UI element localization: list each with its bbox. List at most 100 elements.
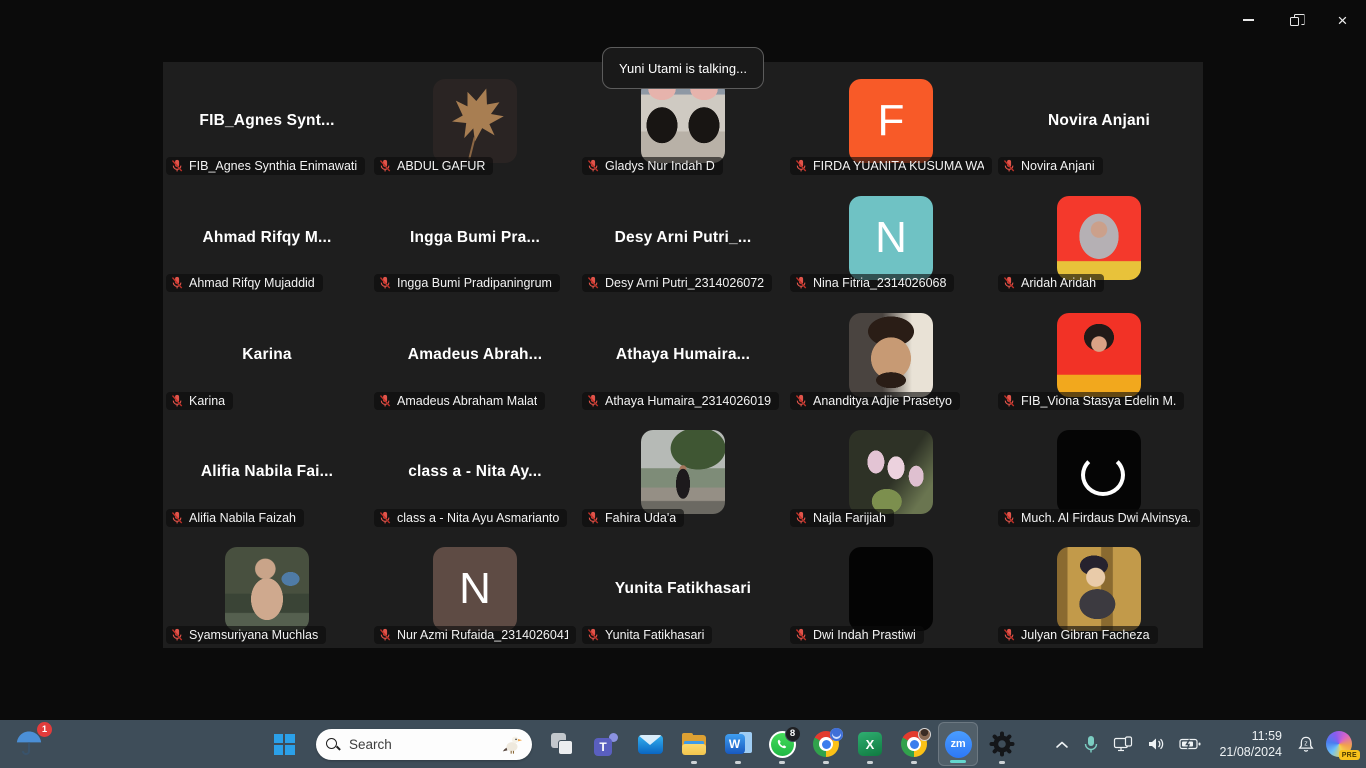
participant-tile[interactable]: Desy Arni Putri_... Desy Arni Putri_23140…: [579, 179, 787, 296]
taskbar-app-word[interactable]: W: [718, 722, 758, 766]
taskbar-app-chrome-profile[interactable]: [894, 722, 934, 766]
teams-icon: T: [593, 732, 619, 756]
participant-tile[interactable]: Najla Farijiah: [787, 414, 995, 531]
muted-mic-icon: [1002, 394, 1016, 408]
participant-video-thumbnail: [849, 313, 933, 397]
running-indicator: [867, 761, 873, 764]
taskbar-app-teams[interactable]: T: [586, 722, 626, 766]
participant-tile[interactable]: ABDUL GAFUR: [371, 62, 579, 179]
participant-tile[interactable]: Much. Al Firdaus Dwi Alvinsya...: [995, 414, 1203, 531]
muted-mic-icon: [170, 159, 184, 173]
participant-tile[interactable]: NNina Fitria_2314026068: [787, 179, 995, 296]
zoom-gallery-view: FIB_Agnes Synt...FIB_Agnes Synthia Enima…: [163, 62, 1203, 648]
taskbar-app-chrome[interactable]: [806, 722, 846, 766]
tray-volume-button[interactable]: [1140, 724, 1172, 764]
participant-tile[interactable]: Athaya Humaira...Athaya Humaira_23140260…: [579, 296, 787, 413]
participant-tile[interactable]: NNur Azmi Rufaida_2314026041: [371, 531, 579, 648]
whatsapp-unread-badge: 8: [785, 726, 801, 742]
taskbar-app-zoom[interactable]: zm: [938, 722, 978, 766]
participant-display-name: Yunita Fatikhasari: [615, 580, 751, 598]
taskbar-app-whatsapp[interactable]: 8: [762, 722, 802, 766]
participant-name-label: Syamsuriyana Muchlas: [166, 626, 326, 644]
taskbar-app-excel[interactable]: X: [850, 722, 890, 766]
participant-display-name: Alifia Nabila Fai...: [201, 463, 333, 481]
participant-label-text: Ananditya Adjie Prasetyo: [813, 394, 952, 408]
participant-tile[interactable]: Ananditya Adjie Prasetyo: [787, 296, 995, 413]
running-indicator: [999, 761, 1005, 764]
cast-display-icon: [1113, 736, 1133, 752]
participant-tile[interactable]: Yunita FatikhasariYunita Fatikhasari: [579, 531, 787, 648]
tray-cast-button[interactable]: [1106, 724, 1140, 764]
muted-mic-icon: [794, 276, 808, 290]
participant-tile[interactable]: FIB_Viona Stasya Edelin M.: [995, 296, 1203, 413]
participant-name-label: Alifia Nabila Faizah: [166, 509, 304, 527]
participant-tile[interactable]: Aridah Aridah: [995, 179, 1203, 296]
participant-label-text: FIB_Viona Stasya Edelin M.: [1021, 394, 1176, 408]
task-view-button[interactable]: [542, 722, 582, 766]
muted-mic-icon: [378, 628, 392, 642]
participant-tile[interactable]: Julyan Gibran Facheza: [995, 531, 1203, 648]
tray-chevron-button[interactable]: [1048, 724, 1076, 764]
mail-icon: [638, 735, 663, 754]
participant-tile[interactable]: class a - Nita Ay...class a - Nita Ayu A…: [371, 414, 579, 531]
participant-letter-avatar: N: [849, 196, 933, 280]
participant-name-label: Gladys Nur Indah D: [582, 157, 723, 175]
participant-tile[interactable]: Ahmad Rifqy M... Ahmad Rifqy Mujaddid: [163, 179, 371, 296]
search-label: Search: [349, 737, 392, 752]
participant-name-label: Ahmad Rifqy Mujaddid: [166, 274, 323, 292]
close-button[interactable]: ×: [1319, 0, 1366, 40]
taskbar-app-file-explorer[interactable]: [674, 722, 714, 766]
participant-tile[interactable]: Alifia Nabila Fai... Alifia Nabila Faizah: [163, 414, 371, 531]
participant-video-thumbnail: [225, 547, 309, 631]
minimize-button[interactable]: [1225, 0, 1272, 40]
start-button[interactable]: [264, 722, 304, 766]
participant-display-name: Ingga Bumi Pra...: [410, 229, 540, 247]
restore-icon: [1290, 17, 1299, 26]
participant-label-text: Amadeus Abraham Malat: [397, 394, 537, 408]
tray-battery-button[interactable]: [1172, 724, 1209, 764]
taskbar-app-mail[interactable]: [630, 722, 670, 766]
participant-name-label: Athaya Humaira_2314026019: [582, 392, 779, 410]
tray-clock[interactable]: 11:59 21/08/2024: [1209, 728, 1290, 760]
copilot-button[interactable]: PRE: [1326, 731, 1352, 757]
participant-label-text: Desy Arni Putri_2314026072: [605, 276, 764, 290]
muted-mic-icon: [170, 628, 184, 642]
participant-label-text: Nur Azmi Rufaida_2314026041: [397, 628, 568, 642]
task-view-icon: [550, 732, 574, 756]
participant-name-label: Julyan Gibran Facheza: [998, 626, 1158, 644]
svg-text:z: z: [1304, 740, 1308, 747]
participant-label-text: FIRDA YUANITA KUSUMA WA...: [813, 159, 984, 173]
muted-mic-icon: [378, 276, 392, 290]
participant-name-label: Nur Azmi Rufaida_2314026041: [374, 626, 576, 644]
participant-tile[interactable]: Fahira Uda'a: [579, 414, 787, 531]
participant-display-name: Ahmad Rifqy M...: [203, 229, 332, 247]
participant-tile[interactable]: FIB_Agnes Synt...FIB_Agnes Synthia Enima…: [163, 62, 371, 179]
participant-tile[interactable]: Syamsuriyana Muchlas: [163, 531, 371, 648]
muted-mic-icon: [794, 394, 808, 408]
window-controls: ×: [1225, 0, 1366, 40]
participant-name-label: class a - Nita Ayu Asmarianto: [374, 509, 567, 527]
weather-widget-button[interactable]: 1: [14, 728, 48, 762]
whatsapp-icon: 8: [769, 731, 796, 758]
participant-label-text: Najla Farijiah: [813, 511, 886, 525]
search-box[interactable]: Search: [316, 729, 532, 760]
participant-name-label: ABDUL GAFUR: [374, 157, 493, 175]
chrome-profile-avatar: [918, 728, 931, 741]
participant-name-label: FIB_Agnes Synthia Enimawati: [166, 157, 365, 175]
participant-name-label: Dwi Indah Prastiwi: [790, 626, 924, 644]
tray-microphone-in-use[interactable]: [1076, 724, 1106, 764]
muted-mic-icon: [1002, 276, 1016, 290]
participant-display-name: Desy Arni Putri_...: [615, 229, 752, 247]
participant-tile[interactable]: Ingga Bumi Pra...Ingga Bumi Pradipaningr…: [371, 179, 579, 296]
system-tray: 11:59 21/08/2024 z PRE: [1048, 720, 1358, 768]
participant-tile[interactable]: Novira AnjaniNovira Anjani: [995, 62, 1203, 179]
participant-tile[interactable]: FFIRDA YUANITA KUSUMA WA...: [787, 62, 995, 179]
running-indicator: [691, 761, 697, 764]
search-highlight-bird-icon: [501, 733, 523, 755]
restore-button[interactable]: [1272, 0, 1319, 40]
tray-notifications-button[interactable]: z: [1290, 724, 1322, 764]
participant-tile[interactable]: KarinaKarina: [163, 296, 371, 413]
participant-tile[interactable]: Amadeus Abrah...Amadeus Abraham Malat: [371, 296, 579, 413]
taskbar-app-settings[interactable]: [982, 722, 1022, 766]
participant-tile[interactable]: Dwi Indah Prastiwi: [787, 531, 995, 648]
